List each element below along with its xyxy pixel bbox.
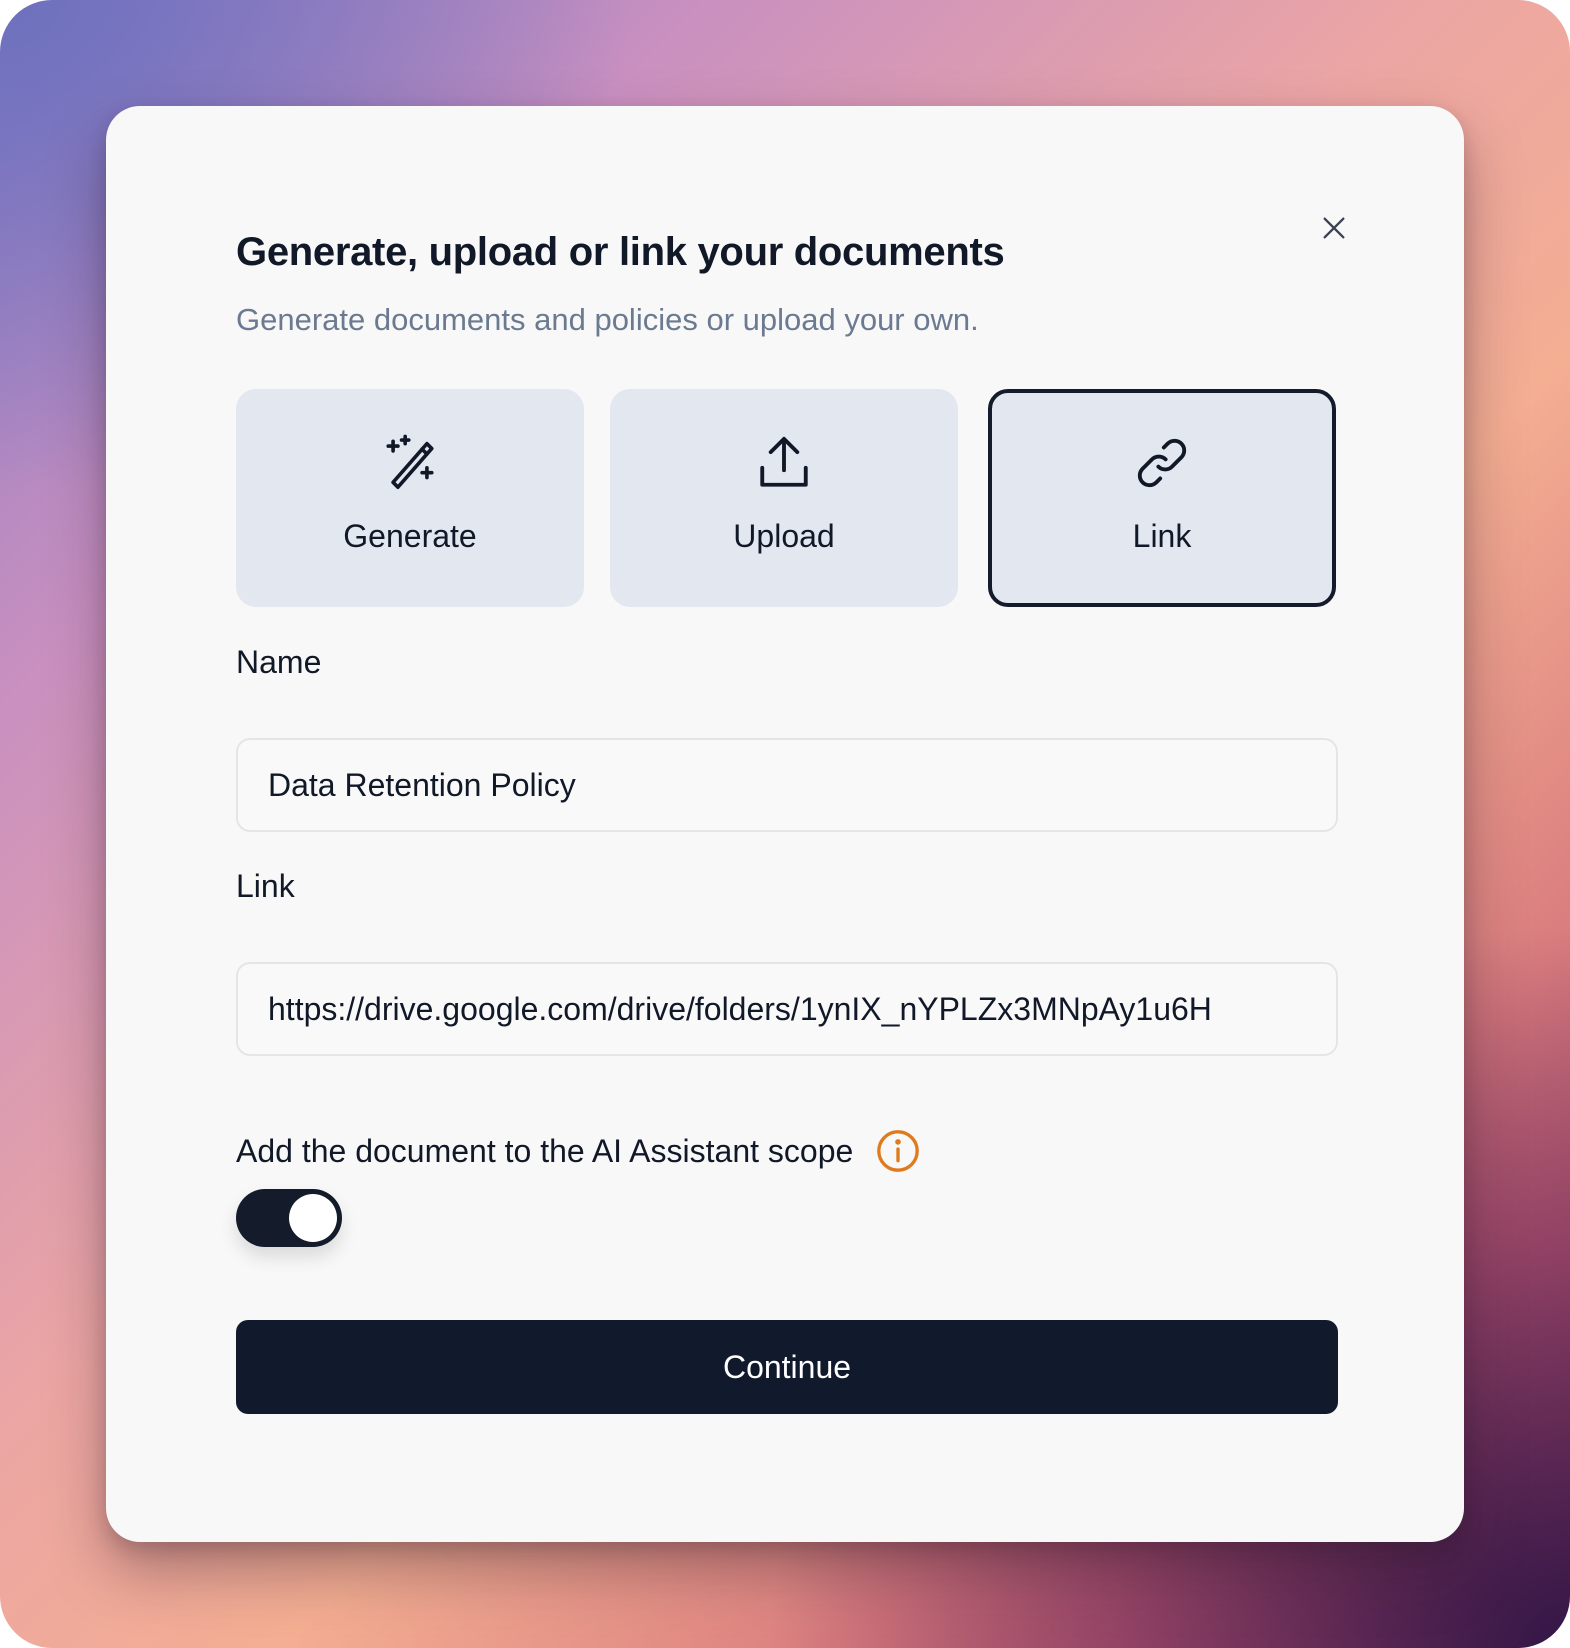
continue-button[interactable]: Continue [236,1320,1338,1414]
close-button[interactable] [1312,206,1356,250]
close-icon [1323,217,1345,239]
option-link[interactable]: Link [988,389,1336,607]
ai-scope-toggle[interactable] [236,1189,342,1247]
ai-scope-row: Add the document to the AI Assistant sco… [236,1126,921,1176]
upload-icon [760,436,808,487]
link-field-label: Link [236,868,295,904]
name-input[interactable] [236,738,1338,832]
option-generate-label: Generate [343,518,477,554]
option-generate[interactable]: Generate [236,389,584,607]
document-dialog: Generate, upload or link your documents … [106,106,1464,1542]
magic-wand-icon [386,434,434,489]
name-field-label: Name [236,644,322,680]
option-link-label: Link [1132,518,1192,554]
link-icon [1137,438,1187,488]
ai-scope-label: Add the document to the AI Assistant sco… [236,1132,854,1169]
option-upload-label: Upload [733,518,835,554]
link-input[interactable] [236,962,1338,1056]
option-upload[interactable]: Upload [610,389,958,607]
dialog-title: Generate, upload or link your documents [236,230,1005,274]
toggle-knob [289,1194,337,1242]
dialog-subtitle: Generate documents and policies or uploa… [236,302,979,337]
info-icon[interactable] [875,1128,921,1174]
